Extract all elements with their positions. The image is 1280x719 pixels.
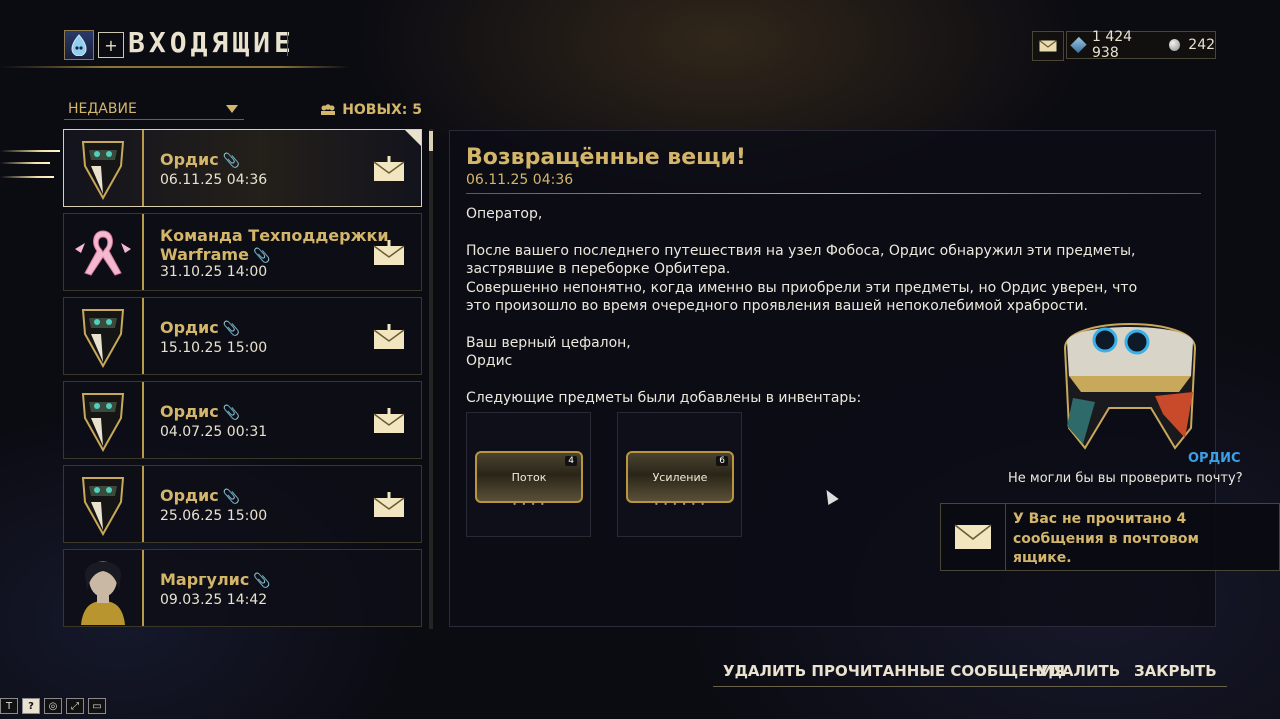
mod-card: 6 Усиление • • • • • • (626, 451, 734, 509)
sender-name: Команда Техподдержки Warframe (160, 226, 389, 264)
title-divider (287, 32, 300, 56)
close-button[interactable]: ЗАКРЫТЬ (1124, 662, 1227, 687)
speaker-line: Не могли бы вы проверить почту? (1008, 471, 1243, 486)
rank-dots: • • • • (512, 500, 546, 509)
list-scrollbar[interactable] (429, 129, 433, 629)
delete-button[interactable]: УДАЛИТЬ (1027, 662, 1131, 687)
sender-name: Ордис (160, 402, 219, 421)
sort-dropdown-label: НЕДАВИЕ (68, 100, 137, 117)
window-icon[interactable]: ▭ (88, 698, 106, 714)
attachment-icon: 📎 (253, 573, 271, 589)
new-messages-count: НОВЫХ: 5 (320, 102, 422, 118)
message-date: 15.10.25 15:00 (160, 340, 268, 356)
search-icon[interactable]: ◎ (44, 698, 62, 714)
ordis-portrait (1055, 318, 1205, 458)
rank-dots: • • • • • • (653, 500, 707, 509)
currency-display: 1 424 938 242 (1066, 29, 1216, 61)
inbox-button[interactable] (1032, 31, 1064, 61)
message-list-item[interactable]: Ордис 📎 04.07.25 00:31 (63, 381, 422, 459)
add-button[interactable]: + (98, 32, 124, 58)
platinum-icon (1070, 36, 1087, 54)
notification-text: У Вас не прочитано 4 сообщения в почтово… (1013, 511, 1199, 566)
help-button[interactable]: ? (22, 698, 40, 714)
sender-name: Ордис (160, 486, 219, 505)
message-paragraph: После вашего последнего путешествия на у… (466, 242, 1136, 278)
message-paragraph: Совершенно непонятно, когда именно вы пр… (466, 279, 1138, 315)
clan-icon (321, 104, 336, 115)
bottom-toolbar: T ? ◎ ⤢ ▭ (0, 698, 106, 718)
envelope-unread-icon (373, 324, 405, 349)
envelope-unread-icon (373, 492, 405, 517)
mod-rank: 4 (565, 456, 577, 466)
pink-ribbon-icon (64, 214, 144, 290)
reward-item[interactable]: 4 Поток • • • • (466, 412, 591, 537)
light-streak (0, 162, 50, 164)
new-messages-label: НОВЫХ: 5 (342, 102, 422, 118)
envelope-icon (1039, 40, 1057, 52)
title-divider (466, 193, 1201, 194)
message-date: 06.11.25 04:36 (160, 172, 268, 188)
sender-name: Ордис (160, 318, 219, 337)
message-date: 31.10.25 14:00 (160, 264, 268, 280)
speaker-name: ОРДИС (1188, 451, 1241, 466)
header-rule (0, 66, 350, 68)
light-streak (0, 150, 60, 152)
credits-icon (1169, 39, 1181, 51)
envelope-icon (941, 504, 1006, 570)
message-title: Возвращённые вещи! (466, 145, 746, 170)
ordis-icon (64, 298, 144, 374)
sort-dropdown[interactable]: НЕДАВИЕ (64, 98, 244, 120)
attachment-icon: 📎 (222, 405, 241, 421)
expand-icon[interactable]: ⤢ (66, 698, 84, 714)
attachment-icon: 📎 (222, 153, 241, 169)
envelope-unread-icon (373, 408, 405, 433)
message-list-item[interactable]: Ордис 📎 25.06.25 15:00 (63, 465, 422, 543)
sender-name: Маргулис (160, 570, 250, 589)
attachment-icon: 📎 (222, 321, 241, 337)
unread-notification[interactable]: У Вас не прочитано 4 сообщения в почтово… (940, 503, 1280, 571)
platinum-amount: 1 424 938 (1092, 29, 1133, 61)
message-list: Ордис 📎 06.11.25 04:36 Команда Техподдерж… (63, 129, 422, 633)
ordis-icon (64, 130, 144, 206)
light-streak (0, 176, 54, 178)
message-list-item[interactable]: Ордис 📎 15.10.25 15:00 (63, 297, 422, 375)
attachment-icon: 📎 (222, 489, 241, 505)
message-date-header: 06.11.25 04:36 (466, 172, 574, 188)
ordis-icon (64, 466, 144, 542)
message-date: 09.03.25 14:42 (160, 592, 268, 608)
message-date: 25.06.25 15:00 (160, 508, 268, 524)
selected-corner (405, 130, 421, 146)
ordis-icon (64, 382, 144, 458)
envelope-unread-icon (373, 240, 405, 265)
delete-read-button[interactable]: УДАЛИТЬ ПРОЧИТАННЫЕ СООБЩЕНИЯ (713, 662, 1076, 687)
mod-name: Усиление (652, 471, 708, 484)
message-date: 04.07.25 00:31 (160, 424, 268, 440)
chevron-down-icon (226, 104, 238, 113)
scrollbar-thumb[interactable] (429, 131, 433, 151)
sender-name: Ордис (160, 150, 219, 169)
page-title: ВХОДЯЩИЕ (128, 26, 295, 59)
text-chat-button[interactable]: T (0, 698, 18, 714)
margulis-portrait (64, 550, 144, 626)
message-list-item[interactable]: Маргулис 📎 09.03.25 14:42 (63, 549, 422, 627)
message-list-item[interactable]: Команда Техподдержки Warframe 📎 31.10.25 … (63, 213, 422, 291)
message-greeting: Оператор, (466, 206, 543, 222)
credits-amount: 242 (1188, 37, 1216, 53)
envelope-unread-icon (373, 156, 405, 181)
mod-rank: 6 (716, 456, 728, 466)
message-list-item[interactable]: Ордис 📎 06.11.25 04:36 (63, 129, 422, 207)
mod-name: Поток (511, 471, 547, 484)
mod-card: 4 Поток • • • • (475, 451, 583, 509)
profile-icon[interactable] (64, 30, 94, 60)
reward-item[interactable]: 6 Усиление • • • • • • (617, 412, 742, 537)
